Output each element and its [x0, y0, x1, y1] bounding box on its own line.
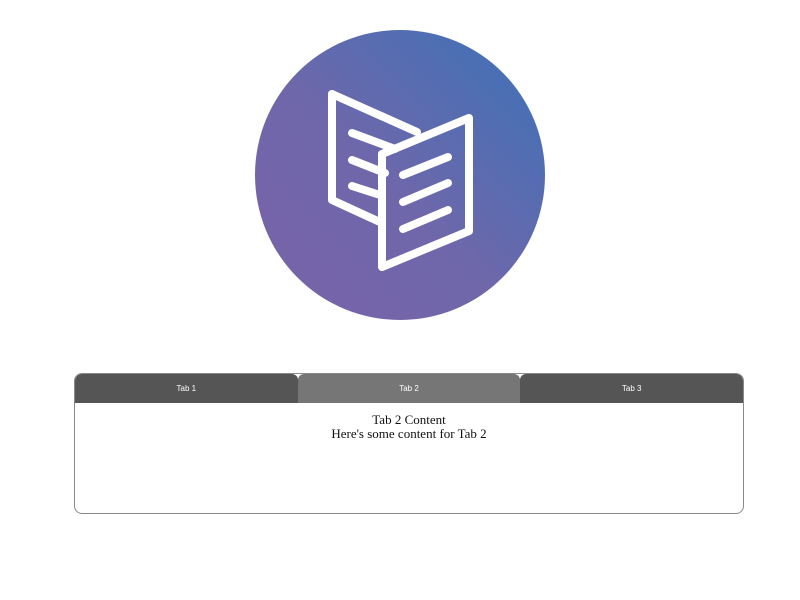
tab-panel: Tab 2 Content Here's some content for Ta…: [75, 403, 743, 441]
open-book-icon: [255, 30, 545, 320]
tab-2[interactable]: Tab 2: [297, 374, 521, 403]
tab-3[interactable]: Tab 3: [520, 374, 743, 403]
tabs-widget: Tab 1 Tab 2 Tab 3 Tab 2 Content Here's s…: [74, 373, 744, 514]
tab-panel-title: Tab 2 Content: [372, 412, 446, 427]
tab-panel-body: Here's some content for Tab 2: [331, 426, 487, 441]
tab-bar: Tab 1 Tab 2 Tab 3: [75, 374, 743, 403]
tab-1[interactable]: Tab 1: [75, 374, 298, 403]
logo: [255, 30, 545, 320]
